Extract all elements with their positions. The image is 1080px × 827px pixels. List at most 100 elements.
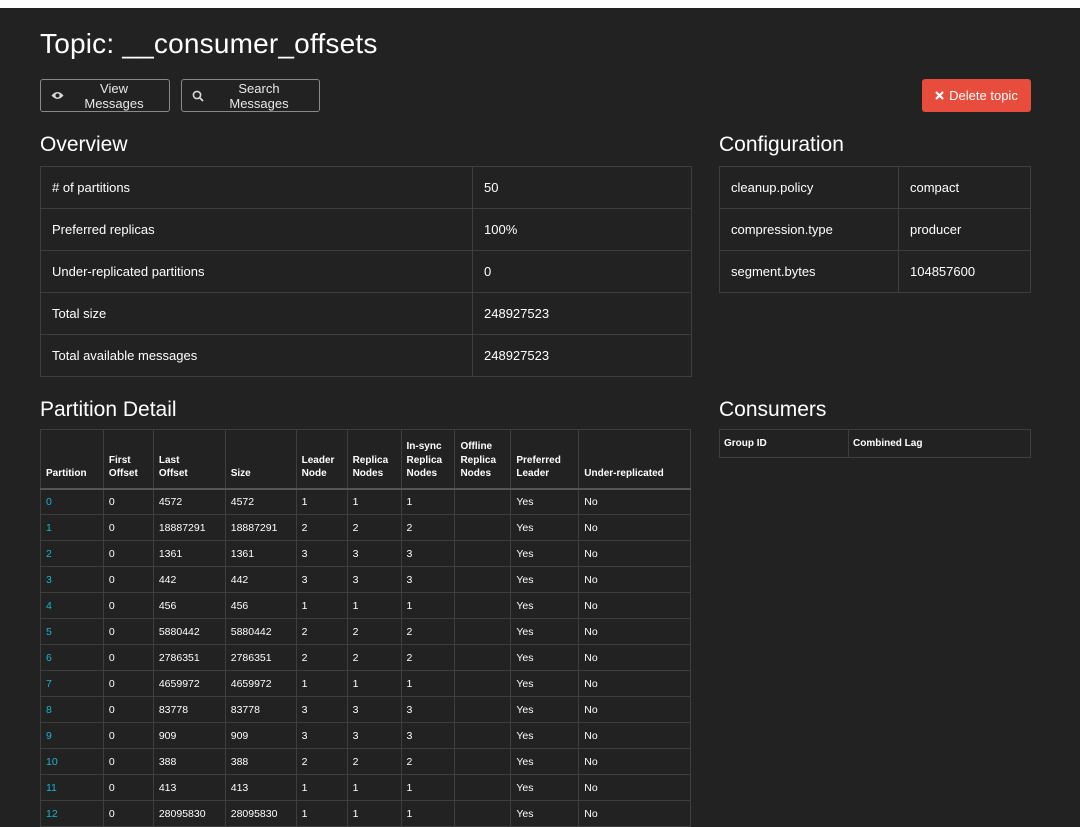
top-bar: [0, 0, 1080, 8]
partition-col-label: Preferred: [516, 454, 561, 466]
search-messages-label: Search Messages: [229, 80, 289, 111]
partition-row: 10 0 388 388 2 2 2 Yes No: [40, 748, 691, 775]
partition-cell-partition[interactable]: 4: [40, 592, 104, 619]
partition-row: 2 0 1361 1361 3 3 3 Yes No: [40, 540, 691, 567]
partition-cell-under-replicated: No: [578, 566, 691, 593]
partition-cell-in-sync-replica-nodes: 1: [400, 488, 456, 515]
partition-cell-partition[interactable]: 1: [40, 514, 104, 541]
partition-col-label: Leader: [516, 468, 550, 479]
partition-cell-partition[interactable]: 10: [40, 748, 104, 775]
partition-cell-leader-node: 1: [295, 670, 348, 697]
partition-cell-preferred-leader: Yes: [510, 722, 580, 749]
overview-row: Total available messages 248927523: [40, 334, 692, 377]
partition-col-label: First: [108, 454, 131, 466]
partition-cell-under-replicated: No: [578, 774, 691, 801]
partition-col-label: Nodes: [352, 468, 384, 479]
delete-topic-label: Delete topic: [949, 88, 1018, 103]
partition-cell-size: 83778: [224, 696, 297, 723]
partition-cell-partition[interactable]: 8: [40, 696, 104, 723]
partition-col-label: Replica: [460, 454, 497, 466]
partition-cell-replica-nodes: 2: [346, 618, 402, 645]
partition-cell-leader-node: 2: [295, 514, 348, 541]
partition-cell-partition[interactable]: 3: [40, 566, 104, 593]
partition-header-row: Partition First Offset Last Offset Size Leader…: [40, 429, 691, 490]
partition-row: 3 0 442 442 3 3 3 Yes No: [40, 566, 691, 593]
overview-table: # of partitions 50 Preferred replicas 100%…: [40, 166, 692, 377]
partition-cell-under-replicated: No: [578, 592, 691, 619]
partition-cell-partition[interactable]: 2: [40, 540, 104, 567]
partition-cell-offline-replica-nodes: [454, 514, 512, 541]
partition-cell-size: 2786351: [224, 644, 297, 671]
partition-cell-size: 413: [224, 774, 297, 801]
overview-row: Under-replicated partitions 0: [40, 250, 692, 293]
delete-topic-button[interactable]: Delete topic: [922, 79, 1031, 112]
partition-col-label: Under-replicated: [584, 468, 664, 479]
partition-cell-leader-node: 3: [295, 566, 348, 593]
partition-cell-first-offset: 0: [102, 774, 154, 801]
partition-cell-offline-replica-nodes: [454, 644, 512, 671]
partition-cell-partition[interactable]: 6: [40, 644, 104, 671]
overview-value: 0: [472, 250, 692, 293]
partition-cell-in-sync-replica-nodes: 3: [400, 540, 456, 567]
partition-cell-partition[interactable]: 5: [40, 618, 104, 645]
partition-cell-size: 4572: [224, 488, 297, 515]
partition-col-label: Node: [301, 468, 327, 479]
overview-key: Preferred replicas: [40, 208, 473, 251]
partition-cell-in-sync-replica-nodes: 3: [400, 696, 456, 723]
partition-cell-first-offset: 0: [102, 618, 154, 645]
partition-cell-last-offset: 83778: [152, 696, 226, 723]
partition-col-offline-replica-nodes: Offline Replica Nodes: [454, 429, 512, 490]
partition-cell-preferred-leader: Yes: [510, 644, 580, 671]
partition-cell-in-sync-replica-nodes: 2: [400, 618, 456, 645]
partition-cell-preferred-leader: Yes: [510, 514, 580, 541]
partition-col-label: Size: [230, 468, 251, 479]
partition-col-size: Size: [224, 429, 297, 490]
view-messages-button[interactable]: View Messages: [40, 79, 170, 112]
partition-col-label: Nodes: [406, 468, 438, 479]
partition-cell-under-replicated: No: [578, 540, 691, 567]
partition-cell-first-offset: 0: [102, 540, 154, 567]
partition-cell-replica-nodes: 2: [346, 514, 402, 541]
partition-cell-offline-replica-nodes: [454, 670, 512, 697]
partition-cell-last-offset: 5880442: [152, 618, 226, 645]
partition-cell-leader-node: 2: [295, 618, 348, 645]
partition-cell-replica-nodes: 3: [346, 566, 402, 593]
configuration-heading: Configuration: [719, 133, 844, 156]
partition-cell-replica-nodes: 2: [346, 644, 402, 671]
partition-cell-replica-nodes: 1: [346, 592, 402, 619]
partition-cell-partition[interactable]: 7: [40, 670, 104, 697]
partition-cell-first-offset: 0: [102, 670, 154, 697]
eye-icon: [51, 91, 64, 100]
partition-col-partition: Partition: [40, 429, 104, 490]
partition-col-label: Replica: [352, 454, 389, 466]
config-value: producer: [898, 208, 1031, 251]
partition-cell-under-replicated: No: [578, 696, 691, 723]
overview-key: Total size: [40, 292, 473, 335]
partition-cell-offline-replica-nodes: [454, 748, 512, 775]
partition-cell-last-offset: 909: [152, 722, 226, 749]
config-row: cleanup.policy compact: [719, 166, 1031, 209]
partition-cell-partition[interactable]: 11: [40, 774, 104, 801]
partition-cell-first-offset: 0: [102, 644, 154, 671]
partition-cell-in-sync-replica-nodes: 2: [400, 644, 456, 671]
partition-cell-partition[interactable]: 9: [40, 722, 104, 749]
search-messages-button[interactable]: Search Messages: [181, 79, 320, 112]
partition-cell-under-replicated: No: [578, 722, 691, 749]
partition-cell-leader-node: 1: [295, 592, 348, 619]
search-icon: [192, 90, 204, 102]
partition-cell-replica-nodes: 2: [346, 748, 402, 775]
partition-cell-under-replicated: No: [578, 670, 691, 697]
partition-cell-last-offset: 4659972: [152, 670, 226, 697]
partition-cell-preferred-leader: Yes: [510, 748, 580, 775]
partition-cell-partition[interactable]: 0: [40, 488, 104, 515]
partition-cell-offline-replica-nodes: [454, 540, 512, 567]
partition-cell-first-offset: 0: [102, 748, 154, 775]
partition-cell-first-offset: 0: [102, 566, 154, 593]
partition-row: 6 0 2786351 2786351 2 2 2 Yes No: [40, 644, 691, 671]
overview-value: 248927523: [472, 292, 692, 335]
partition-col-under-replicated: Under-replicated: [578, 429, 691, 490]
partition-col-label: Offset: [158, 468, 188, 479]
page-title: Topic: __consumer_offsets: [40, 28, 378, 59]
partition-cell-size: 388: [224, 748, 297, 775]
config-value: 104857600: [898, 250, 1031, 293]
